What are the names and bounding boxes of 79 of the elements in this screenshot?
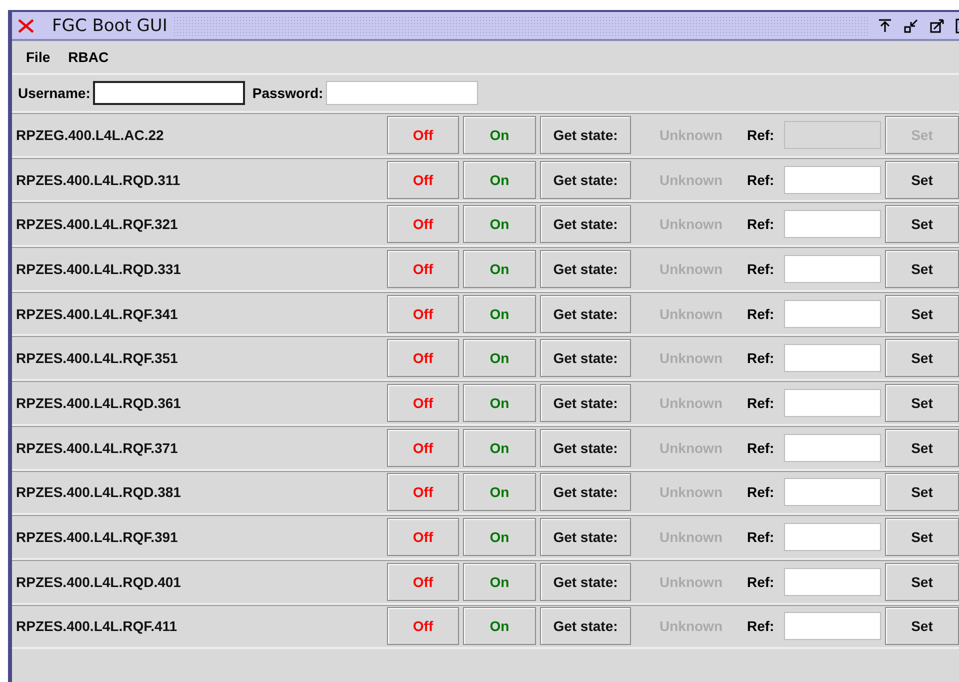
set-button[interactable]: Set [885, 384, 959, 422]
get-state-button[interactable]: Get state: [540, 473, 631, 512]
on-button[interactable]: On [463, 428, 536, 467]
on-button[interactable]: On [463, 339, 536, 378]
device-name: RPZES.400.L4L.RQD.331 [16, 260, 182, 277]
on-button[interactable]: On [463, 384, 536, 422]
username-label: Username: [18, 85, 90, 101]
device-name: RPZES.400.L4L.RQD.381 [16, 484, 182, 500]
set-button[interactable]: Set [885, 250, 959, 288]
get-state-button[interactable]: Get state: [540, 607, 631, 646]
get-state-button[interactable]: Get state: [540, 562, 631, 601]
menu-item[interactable]: File [26, 49, 50, 65]
get-state-button[interactable]: Get state: [540, 428, 631, 467]
set-button[interactable]: Set [885, 518, 959, 556]
ref-label: Ref: [747, 529, 776, 546]
ref-label: Ref: [747, 126, 776, 143]
window-title: FGC Boot GUI [52, 16, 168, 36]
on-button[interactable]: On [463, 294, 536, 333]
maximize-icon[interactable] [929, 18, 945, 34]
set-button[interactable]: Set [885, 294, 959, 333]
on-button[interactable]: On [463, 473, 536, 512]
ref-field[interactable] [784, 523, 881, 552]
ref-field[interactable] [784, 388, 881, 417]
set-button[interactable]: Set [885, 160, 959, 199]
set-button[interactable]: Set [885, 473, 959, 512]
ref-label: Ref: [747, 306, 776, 322]
device-name: RPZES.400.L4L.RQF.371 [16, 440, 179, 456]
stay-on-top-icon[interactable] [877, 18, 893, 34]
password-field[interactable] [326, 81, 478, 105]
set-button[interactable]: Set [885, 428, 959, 467]
on-button[interactable]: On [463, 562, 536, 601]
ref-field[interactable] [784, 254, 881, 283]
get-state-button[interactable]: Get state: [540, 205, 631, 244]
get-state-button[interactable]: Get state: [540, 384, 631, 422]
device-name: RPZES.400.L4L.RQF.351 [16, 350, 179, 366]
device-name: RPZES.400.L4L.RQD.311 [16, 172, 182, 188]
device-name: RPZES.400.L4L.RQF.411 [16, 618, 178, 634]
on-button[interactable]: On [463, 607, 536, 646]
ref-label: Ref: [747, 440, 776, 456]
set-button[interactable]: Set [885, 562, 959, 601]
ref-label: Ref: [747, 574, 776, 590]
ref-field[interactable] [784, 210, 881, 238]
ref-field[interactable] [784, 434, 881, 462]
ref-label: Ref: [747, 260, 776, 277]
ref-label: Ref: [747, 618, 776, 634]
ref-field[interactable] [784, 166, 881, 194]
ref-label: Ref: [747, 484, 776, 500]
password-label: Password: [252, 85, 324, 101]
ref-field[interactable] [784, 612, 881, 640]
ref-label: Ref: [747, 394, 776, 411]
device-name: RPZES.400.L4L.RQD.361 [16, 394, 182, 411]
get-state-button[interactable]: Get state: [540, 160, 631, 199]
set-button[interactable]: Set [885, 607, 959, 646]
device-name: RPZES.400.L4L.RQF.391 [16, 529, 179, 546]
on-button[interactable]: On [463, 160, 536, 199]
device-name: RPZEG.400.L4L.AC.22 [16, 126, 165, 143]
on-button[interactable]: On [463, 250, 536, 288]
device-name: RPZES.400.L4L.RQF.321 [16, 216, 179, 232]
ref-field[interactable] [784, 478, 881, 506]
menu-item[interactable]: RBAC [68, 49, 109, 65]
device-name: RPZES.400.L4L.RQF.341 [16, 306, 179, 322]
ref-label: Ref: [747, 172, 776, 188]
x-logo-icon [18, 18, 34, 32]
ref-label: Ref: [747, 216, 776, 232]
ref-field[interactable] [784, 344, 881, 372]
device-name: RPZES.400.L4L.RQD.401 [16, 574, 182, 590]
get-state-button[interactable]: Get state: [540, 339, 631, 378]
on-button[interactable]: On [463, 518, 536, 556]
get-state-button[interactable]: Get state: [540, 294, 631, 333]
username-field[interactable] [93, 81, 246, 105]
ref-field[interactable] [784, 300, 881, 328]
set-button[interactable]: Set [885, 339, 959, 378]
ref-label: Ref: [747, 350, 776, 366]
set-button[interactable]: Set [885, 205, 959, 244]
get-state-button[interactable]: Get state: [540, 250, 631, 288]
get-state-button[interactable]: Get state: [540, 518, 631, 556]
on-button[interactable]: On [463, 205, 536, 244]
ref-field[interactable] [784, 568, 881, 596]
minimize-icon[interactable] [903, 18, 919, 34]
